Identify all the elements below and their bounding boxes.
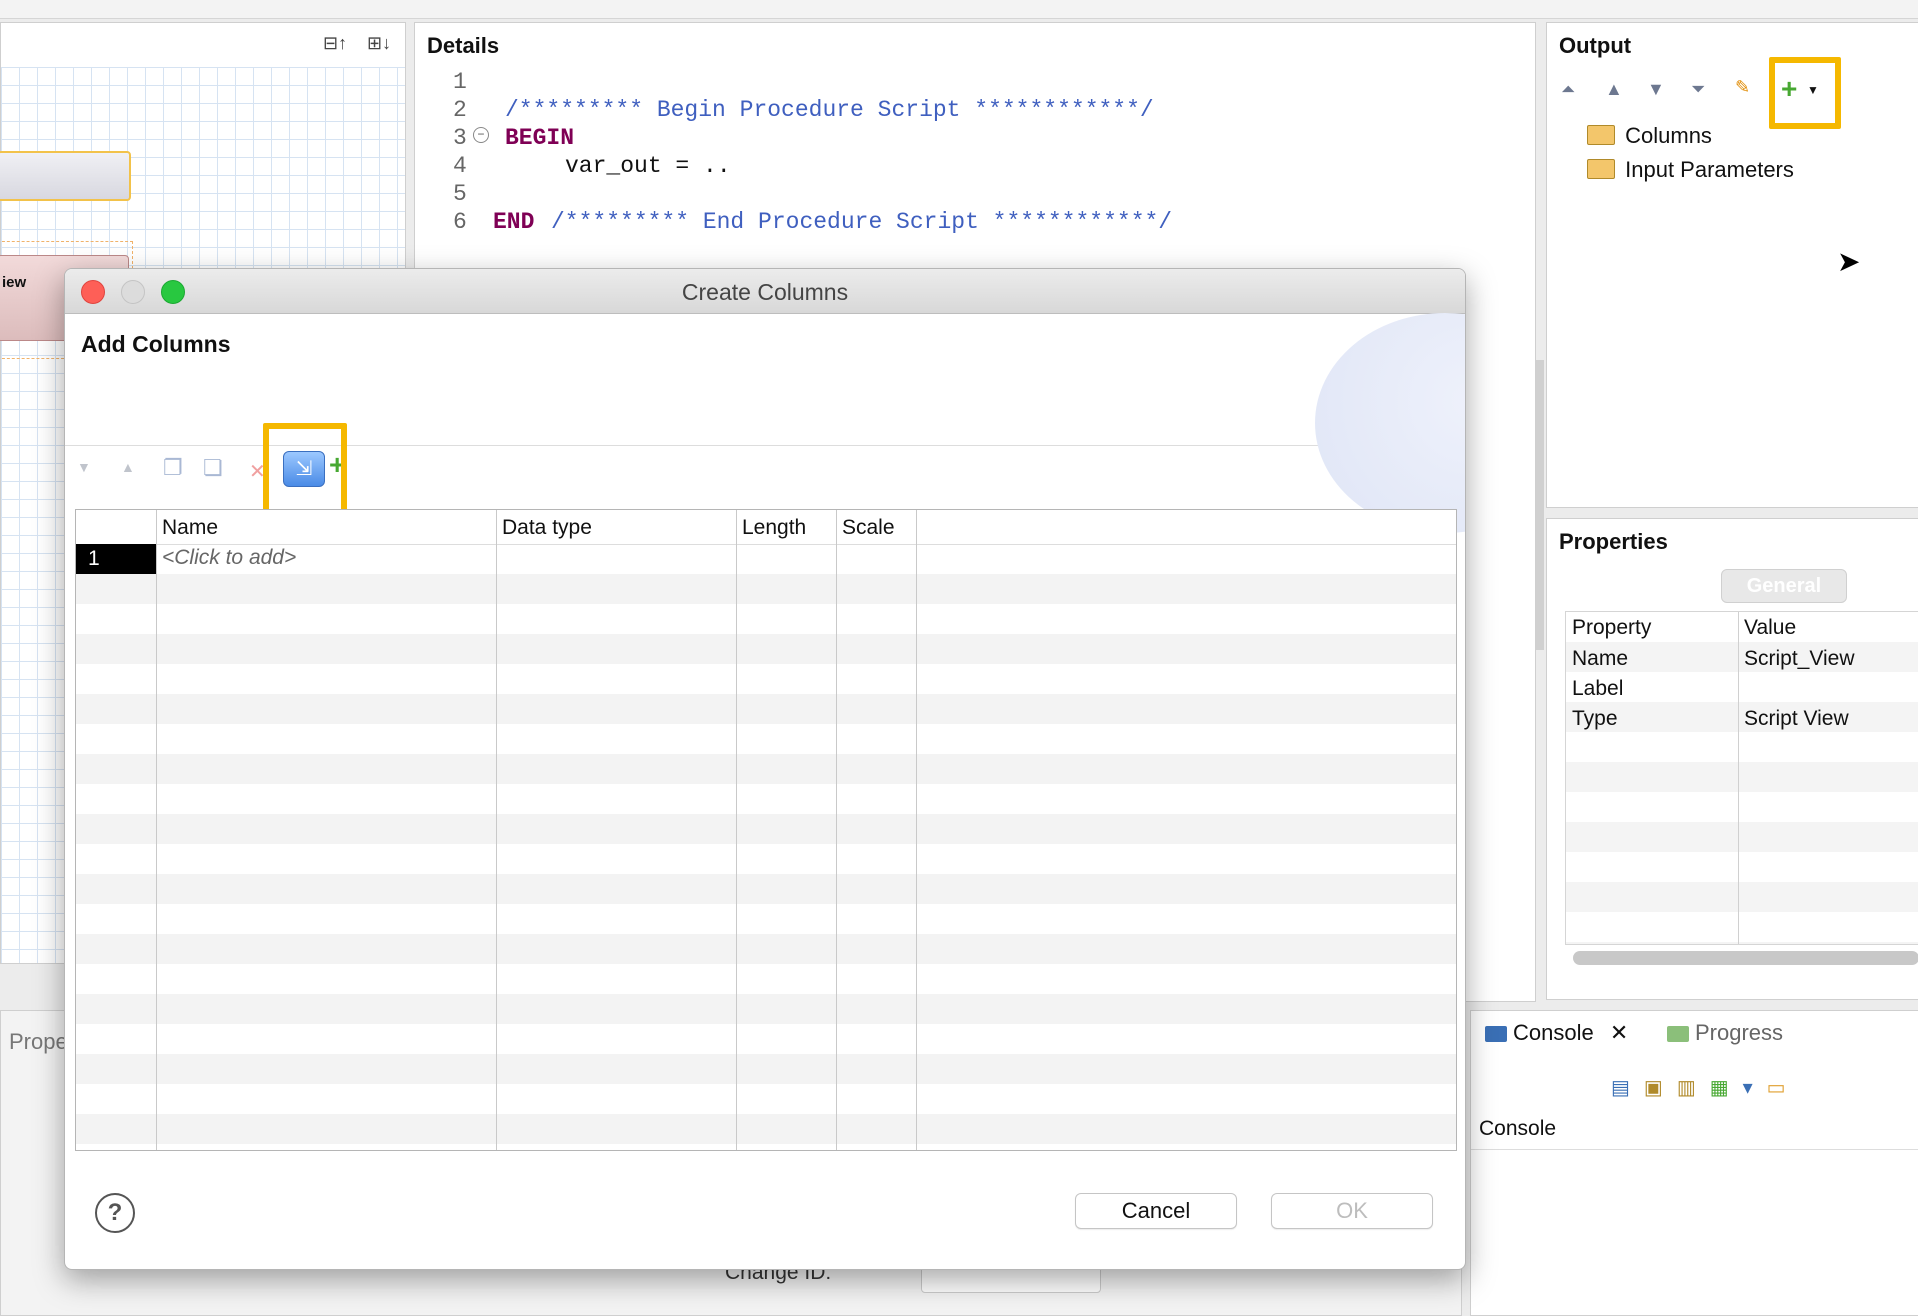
move-top-icon[interactable]: ⏶ — [1561, 79, 1575, 100]
progress-icon — [1667, 1026, 1689, 1042]
console-monitor-icon — [1485, 1026, 1507, 1042]
output-title: Output — [1559, 33, 1632, 58]
properties-panel: Properties General Property Value Name S… — [1546, 518, 1918, 1000]
tab-progress-label: Progress — [1695, 1020, 1784, 1045]
dialog-heading: Add Columns — [81, 331, 231, 357]
col-divider-scale — [916, 510, 917, 1150]
code-statement: var_out = .. — [565, 153, 731, 179]
header-length[interactable]: Length — [742, 516, 806, 540]
help-icon[interactable]: ? — [95, 1193, 135, 1233]
open-console-icon[interactable]: ▭ — [1767, 1077, 1800, 1099]
top-toolbar — [0, 0, 1918, 19]
close-icon[interactable]: ✕ — [1610, 1020, 1628, 1045]
properties-title: Properties — [1559, 529, 1668, 554]
console-divider — [1471, 1149, 1918, 1150]
panel-sash[interactable] — [1536, 360, 1544, 650]
diagram-node-top[interactable] — [0, 151, 131, 201]
fold-icon[interactable]: − — [473, 127, 489, 143]
console-label: Console — [1479, 1117, 1557, 1140]
copy-icon[interactable]: ❐ — [163, 455, 183, 481]
move-down-icon[interactable]: ▼ — [77, 459, 91, 475]
line-num-6: 6 — [453, 209, 467, 235]
display-console-icon[interactable]: ▾ — [1743, 1077, 1767, 1099]
tree-label-input-parameters: Input Parameters — [1625, 157, 1794, 182]
clear-console-icon[interactable]: ▤ — [1611, 1077, 1644, 1099]
expand-all-icon[interactable]: ⊞↓ — [367, 33, 391, 54]
move-up-icon[interactable]: ▲ — [121, 459, 135, 475]
code-comment-end: /********* End Procedure Script ********… — [551, 209, 1173, 235]
row-number-cell[interactable]: 1 — [76, 544, 156, 574]
line-num-2: 2 — [453, 97, 467, 123]
horizontal-scrollbar[interactable] — [1573, 951, 1918, 965]
columns-table[interactable]: Name Data type Length Scale 1 <Click to … — [75, 509, 1457, 1151]
prop-header-value: Value — [1744, 616, 1797, 639]
header-data-type[interactable]: Data type — [502, 516, 592, 540]
create-columns-dialog: Create Columns Add Columns ▼ ▲ ❐ ❏ ✕ ⇲ +… — [64, 268, 1466, 1270]
paste-icon[interactable]: ❏ — [203, 455, 223, 481]
col-divider-datatype — [736, 510, 737, 1150]
tab-general[interactable]: General — [1721, 569, 1847, 603]
dialog-titlebar[interactable]: Create Columns — [65, 269, 1465, 314]
folder-icon — [1587, 125, 1615, 145]
lock-icon[interactable]: ▣ — [1644, 1077, 1677, 1099]
code-comment-begin: /********* Begin Procedure Script ******… — [505, 97, 1154, 123]
prop-col-divider — [1738, 612, 1739, 944]
output-panel: Output ⏶ ▲ ▼ ⏷ ✎ + ▼ Columns Input Param… — [1546, 22, 1918, 508]
code-keyword-end: END — [493, 209, 535, 235]
header-name[interactable]: Name — [162, 516, 218, 540]
highlight-import-button — [263, 423, 347, 523]
header-scale[interactable]: Scale — [842, 516, 895, 540]
details-title: Details — [427, 33, 500, 58]
folder-icon — [1587, 159, 1615, 179]
col-divider-name — [496, 510, 497, 1150]
line-num-4: 4 — [453, 153, 467, 179]
edit-pencil-icon[interactable]: ✎ — [1735, 77, 1750, 98]
ok-button[interactable]: OK — [1271, 1193, 1433, 1229]
dialog-title: Create Columns — [681, 279, 849, 305]
prop-type-value: Script View — [1744, 707, 1849, 730]
mouse-cursor-icon: ➤ — [1837, 246, 1861, 277]
code-keyword-begin: BEGIN — [505, 125, 575, 151]
word-wrap-icon[interactable]: ▥ — [1677, 1077, 1710, 1099]
console-toolbar: ▤▣▥▦▾▭ — [1611, 1075, 1800, 1100]
col-divider-length — [836, 510, 837, 1150]
prop-header-property: Property — [1572, 616, 1652, 639]
tree-item-input-parameters[interactable]: Input Parameters — [1587, 157, 1794, 183]
move-down-icon[interactable]: ▼ — [1647, 79, 1665, 100]
line-num-3: 3 — [453, 125, 467, 151]
tab-console-label: Console — [1513, 1020, 1594, 1045]
prop-type-key: Type — [1572, 707, 1618, 730]
console-panel: Console ✕ Progress ▤▣▥▦▾▭ Console — [1470, 1010, 1918, 1316]
tree-label-columns: Columns — [1625, 123, 1712, 148]
cancel-button[interactable]: Cancel — [1075, 1193, 1237, 1229]
prop-name-value[interactable]: Script_View — [1744, 647, 1855, 671]
bottom-tab-properties[interactable]: Prope — [9, 1029, 68, 1055]
prop-name-key: Name — [1572, 647, 1629, 670]
move-bottom-icon[interactable]: ⏷ — [1691, 79, 1705, 100]
line-num-5: 5 — [453, 181, 467, 207]
tab-progress[interactable]: Progress — [1667, 1011, 1783, 1055]
pin-icon[interactable]: ▦ — [1710, 1077, 1743, 1099]
dialog-banner-decoration — [1315, 313, 1465, 533]
tab-console[interactable]: Console ✕ — [1471, 1011, 1649, 1055]
tree-item-columns[interactable]: Columns — [1587, 123, 1712, 149]
col-divider-rownum — [156, 510, 157, 1150]
click-to-add-cell[interactable]: <Click to add> — [162, 546, 296, 570]
move-up-icon[interactable]: ▲ — [1605, 79, 1623, 100]
diagram-node-label: iew — [2, 274, 27, 291]
collapse-all-icon[interactable]: ⊟↑ — [323, 33, 347, 54]
properties-table: Property Value Name Script_View Label Ty… — [1565, 611, 1918, 945]
prop-label-key: Label — [1572, 677, 1624, 700]
line-1: 1 — [453, 69, 467, 95]
highlight-add-button — [1769, 57, 1841, 129]
